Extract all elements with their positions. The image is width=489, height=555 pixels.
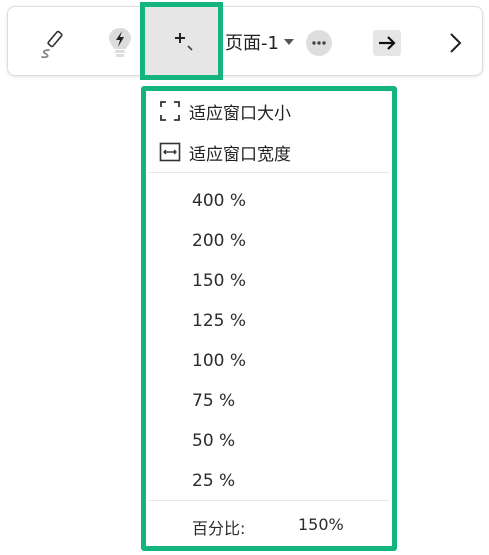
zoom-level-list: 400 % 200 % 150 % 125 % 100 % 75 % 50 % …	[192, 184, 246, 504]
pen-scribble-icon	[41, 30, 63, 59]
zoom-level-option[interactable]: 50 %	[192, 424, 246, 464]
zoom-in-icon	[174, 33, 193, 51]
page-selector-label: 页面-1	[225, 33, 279, 54]
pen-scribble-button[interactable]	[32, 23, 72, 63]
fit-page-label: 适应窗口大小	[189, 103, 291, 124]
percent-value[interactable]: 150%	[298, 515, 344, 534]
toolbar: 页面-1	[7, 6, 483, 76]
zoom-button[interactable]	[140, 2, 223, 80]
menu-divider	[149, 500, 389, 501]
zoom-level-option[interactable]: 25 %	[192, 464, 246, 504]
fit-page-icon	[160, 101, 180, 121]
zoom-level-option[interactable]: 400 %	[192, 184, 246, 224]
percent-label: 百分比:	[192, 519, 246, 538]
zoom-level-option[interactable]: 75 %	[192, 384, 246, 424]
zoom-dropdown-menu: 适应窗口大小 适应窗口宽度 400 % 200 % 150 % 125 % 10…	[141, 86, 397, 551]
next-arrow-button[interactable]	[373, 30, 401, 56]
caret-down-icon	[283, 39, 294, 45]
fit-width-icon	[159, 142, 181, 162]
percent-row: 百分比: 150%	[192, 515, 344, 539]
fit-width-option[interactable]: 适应窗口宽度	[159, 138, 291, 166]
more-dots-icon	[312, 41, 326, 45]
chevron-right-icon	[450, 33, 462, 53]
zoom-level-option[interactable]: 200 %	[192, 224, 246, 264]
fit-page-option[interactable]: 适应窗口大小	[159, 97, 291, 125]
zoom-level-option[interactable]: 150 %	[192, 264, 246, 304]
lightning-bulb-icon	[109, 28, 131, 57]
chevron-right-button[interactable]	[443, 30, 467, 56]
lightning-bulb-button[interactable]	[100, 21, 140, 63]
zoom-level-option[interactable]: 100 %	[192, 344, 246, 384]
zoom-level-option[interactable]: 125 %	[192, 304, 246, 344]
arrow-right-icon	[379, 36, 396, 50]
page-selector[interactable]: 页面-1	[225, 30, 294, 54]
fit-width-label: 适应窗口宽度	[189, 144, 291, 165]
menu-divider	[149, 172, 389, 173]
more-options-button[interactable]	[306, 30, 332, 56]
